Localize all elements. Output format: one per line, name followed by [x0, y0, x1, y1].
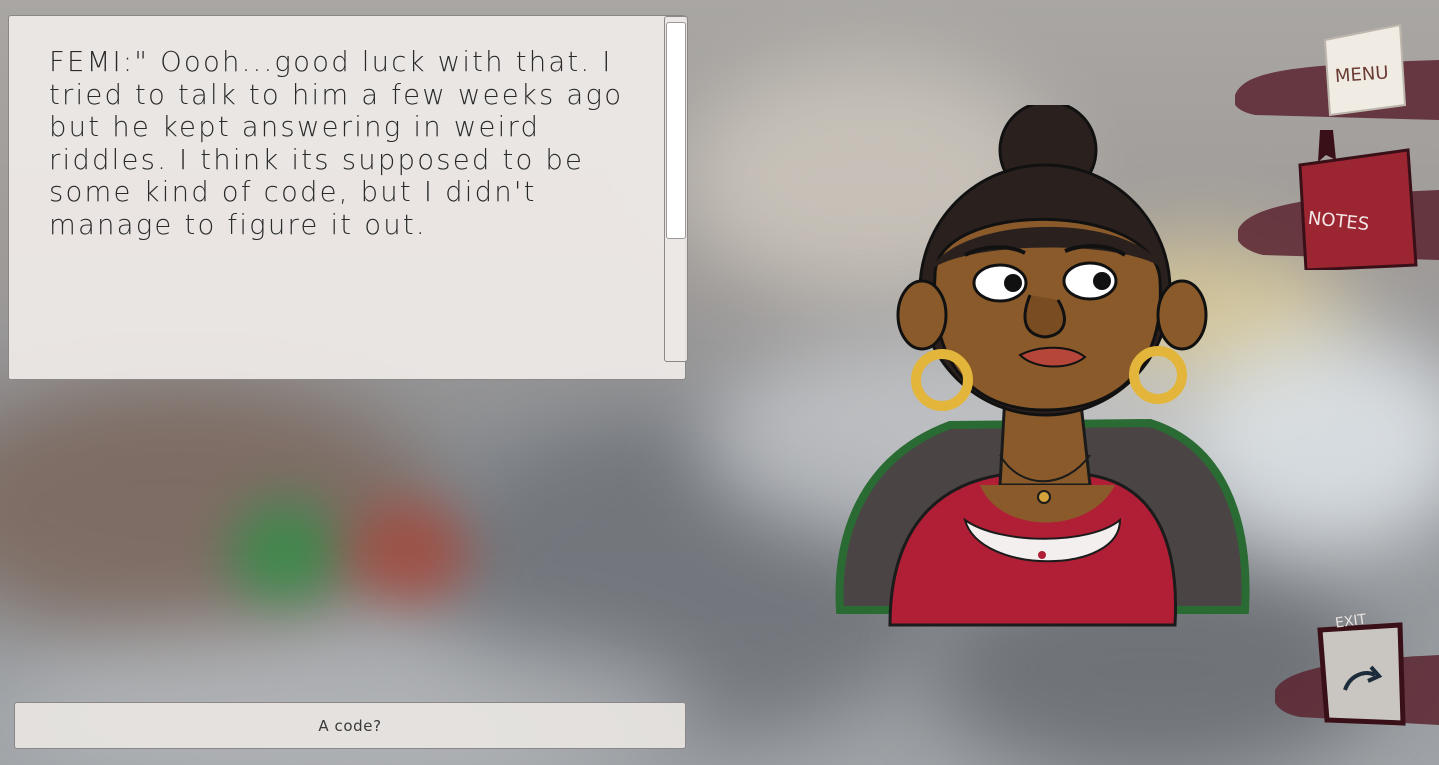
- menu-label: MENU: [1334, 62, 1389, 87]
- dialogue-panel: FEMI:" Oooh...good luck with that. I tri…: [8, 15, 688, 380]
- menu-button[interactable]: MENU: [1233, 20, 1439, 120]
- femi-illustration: [835, 100, 1250, 627]
- reply-option-button[interactable]: A code?: [14, 702, 686, 749]
- reply-option-label: A code?: [318, 716, 382, 735]
- menu-card-icon: MENU: [1233, 23, 1439, 120]
- notes-button[interactable]: NOTES: [1236, 130, 1439, 272]
- scrollbar-thumb[interactable]: [666, 22, 686, 239]
- notebook-icon: NOTES: [1236, 130, 1439, 272]
- character-portrait-femi: [830, 100, 1260, 645]
- exit-door-icon: EXIT: [1273, 611, 1439, 726]
- dialogue-text: FEMI:" Oooh...good luck with that. I tri…: [49, 46, 624, 241]
- exit-button[interactable]: EXIT: [1273, 605, 1439, 730]
- dialogue-scrollbar[interactable]: [664, 16, 688, 362]
